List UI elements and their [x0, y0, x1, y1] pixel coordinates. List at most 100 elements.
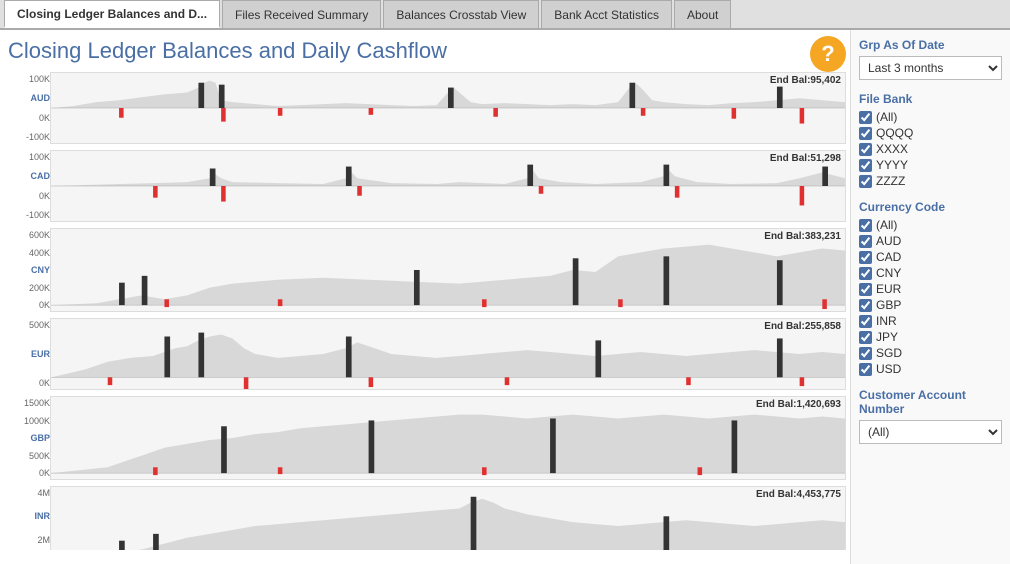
currency-item-inr: INR: [859, 314, 1002, 328]
y-label-cny-2: 400K: [8, 248, 50, 258]
currency-item-jpy: JPY: [859, 330, 1002, 344]
chart-area: Closing Ledger Balances and Daily Cashfl…: [0, 30, 850, 564]
currency-text-inr: INR: [876, 314, 897, 328]
currency-checkbox-aud[interactable]: [859, 235, 872, 248]
currency-checkbox-cny[interactable]: [859, 267, 872, 280]
chart-box-inr: End Bal:4,453,775: [50, 486, 846, 550]
file-bank-text-yyyy: YYYY: [876, 158, 908, 172]
y-label-eur-top: 500K: [8, 320, 50, 330]
currency-row-cad: 100K CAD 0K -100K End Bal:51,298: [8, 148, 846, 224]
tab-about[interactable]: About: [674, 0, 731, 28]
y-label-cad-mid: 0K: [8, 191, 50, 201]
chart-svg-cny: [51, 229, 845, 311]
page-title: Closing Ledger Balances and Daily Cashfl…: [8, 38, 846, 64]
file-bank-checkbox-yyyy[interactable]: [859, 159, 872, 172]
y-label-aud-bot: -100K: [8, 132, 50, 142]
y-label-cny-4: 0K: [8, 300, 50, 310]
currency-row-eur: 500K EUR 0K End Bal:255,858: [8, 316, 846, 392]
end-bal-eur: End Bal:255,858: [764, 321, 841, 332]
currency-text-cad: CAD: [876, 250, 901, 264]
charts-scroll[interactable]: 100K AUD 0K -100K End Bal:95,402: [8, 70, 846, 550]
currency-text-usd: USD: [876, 362, 901, 376]
sidebar-section-customer-account: Customer Account Number (All): [859, 388, 1002, 444]
file-bank-checkbox-zzzz[interactable]: [859, 175, 872, 188]
currency-item-eur: EUR: [859, 282, 1002, 296]
file-bank-label: File Bank: [859, 92, 1002, 106]
tab-balances-crosstab[interactable]: Balances Crosstab View: [383, 0, 539, 28]
tab-files-received[interactable]: Files Received Summary: [222, 0, 381, 28]
currency-checkbox-sgd[interactable]: [859, 347, 872, 360]
file-bank-item-yyyy: YYYY: [859, 158, 1002, 172]
y-label-gbp-3: 500K: [8, 451, 50, 461]
tabs-bar: Closing Ledger Balances and D... Files R…: [0, 0, 1010, 30]
file-bank-checkbox-xxxx[interactable]: [859, 143, 872, 156]
help-button[interactable]: ?: [810, 36, 846, 72]
currency-item-usd: USD: [859, 362, 1002, 376]
currency-row-inr: 4M INR 2M 0M End Bal:4,453,775: [8, 484, 846, 550]
currency-label-aud: AUD: [8, 93, 50, 103]
currency-label-gbp: GBP: [8, 433, 50, 443]
file-bank-text-qqqq: QQQQ: [876, 126, 913, 140]
y-label-cny-1: 600K: [8, 230, 50, 240]
chart-box-aud: End Bal:95,402: [50, 72, 846, 144]
currency-text-eur: EUR: [876, 282, 901, 296]
currency-checkbox-usd[interactable]: [859, 363, 872, 376]
currency-checkbox-eur[interactable]: [859, 283, 872, 296]
currency-item-cad: CAD: [859, 250, 1002, 264]
grp-as-of-date-label: Grp As Of Date: [859, 38, 1002, 52]
currency-item-all: (All): [859, 218, 1002, 232]
currency-item-cny: CNY: [859, 266, 1002, 280]
file-bank-text-zzzz: ZZZZ: [876, 174, 905, 188]
main-container: Closing Ledger Balances and Daily Cashfl…: [0, 30, 1010, 564]
grp-as-of-date-select[interactable]: Last 3 months Last 6 months Last 12 mont…: [859, 56, 1002, 80]
currency-row-cny: 600K 400K CNY 200K 0K End Bal:383,231: [8, 226, 846, 314]
currency-checkbox-gbp[interactable]: [859, 299, 872, 312]
currency-item-gbp: GBP: [859, 298, 1002, 312]
currency-checkbox-all[interactable]: [859, 219, 872, 232]
chart-box-cad: End Bal:51,298: [50, 150, 846, 222]
chart-svg-aud: [51, 73, 845, 143]
currency-checkbox-cad[interactable]: [859, 251, 872, 264]
y-label-cny-3: 200K: [8, 283, 50, 293]
chart-svg-cad: [51, 151, 845, 221]
chart-svg-eur: [51, 319, 845, 389]
currency-label-inr: INR: [8, 511, 50, 521]
file-bank-checkbox-qqqq[interactable]: [859, 127, 872, 140]
currency-checkbox-inr[interactable]: [859, 315, 872, 328]
sidebar: Grp As Of Date Last 3 months Last 6 mont…: [850, 30, 1010, 564]
customer-account-select[interactable]: (All): [859, 420, 1002, 444]
currency-code-label: Currency Code: [859, 200, 1002, 214]
chart-svg-gbp: [51, 397, 845, 479]
y-label-gbp-1: 1500K: [8, 398, 50, 408]
end-bal-cny: End Bal:383,231: [764, 231, 841, 242]
end-bal-gbp: End Bal:1,420,693: [756, 399, 841, 410]
file-bank-text-xxxx: XXXX: [876, 142, 908, 156]
y-label-gbp-2: 1000K: [8, 416, 50, 426]
tab-closing-ledger[interactable]: Closing Ledger Balances and D...: [4, 0, 220, 28]
file-bank-item-zzzz: ZZZZ: [859, 174, 1002, 188]
chart-box-gbp: End Bal:1,420,693: [50, 396, 846, 480]
file-bank-checkbox-all[interactable]: [859, 111, 872, 124]
sidebar-section-file-bank: File Bank (All) QQQQ XXXX YYYY ZZZZ: [859, 92, 1002, 188]
file-bank-item-all: (All): [859, 110, 1002, 124]
currency-text-aud: AUD: [876, 234, 901, 248]
y-label-cad-top: 100K: [8, 152, 50, 162]
file-bank-text-all: (All): [876, 110, 897, 124]
y-label-eur-bot: 0K: [8, 378, 50, 388]
currency-checkbox-jpy[interactable]: [859, 331, 872, 344]
chart-box-cny: End Bal:383,231: [50, 228, 846, 312]
currency-item-aud: AUD: [859, 234, 1002, 248]
y-label-aud-top: 100K: [8, 74, 50, 84]
chart-svg-inr: [51, 487, 845, 550]
y-label-gbp-4: 0K: [8, 468, 50, 478]
tab-bank-acct-stats[interactable]: Bank Acct Statistics: [541, 0, 672, 28]
currency-label-eur: EUR: [8, 349, 50, 359]
currency-label-cny: CNY: [8, 265, 50, 275]
end-bal-aud: End Bal:95,402: [770, 75, 841, 86]
currency-text-all: (All): [876, 218, 897, 232]
currency-item-sgd: SGD: [859, 346, 1002, 360]
customer-account-label: Customer Account Number: [859, 388, 1002, 416]
currency-label-cad: CAD: [8, 171, 50, 181]
currency-row-gbp: 1500K 1000K GBP 500K 0K End Bal:1,420,69…: [8, 394, 846, 482]
currency-text-gbp: GBP: [876, 298, 901, 312]
